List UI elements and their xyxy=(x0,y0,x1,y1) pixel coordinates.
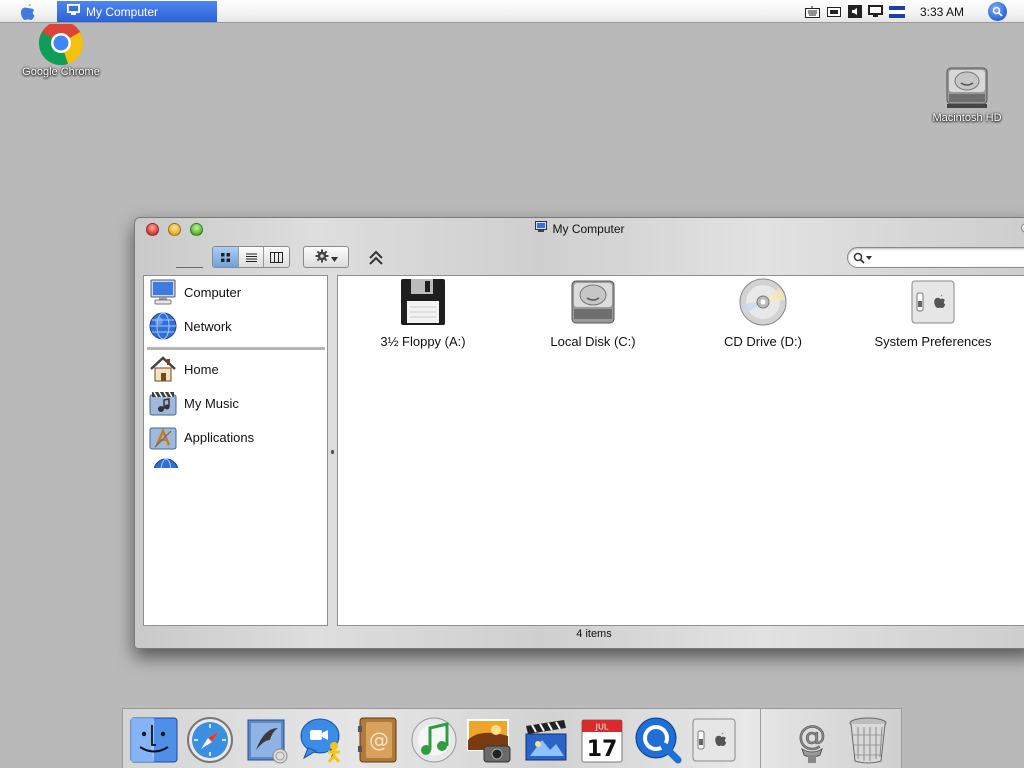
action-menu-button[interactable] xyxy=(303,246,349,268)
imovie-icon[interactable] xyxy=(521,715,571,765)
icon-view-button[interactable] xyxy=(213,247,239,267)
file-item-floppy[interactable]: 3½ Floppy (A:) xyxy=(348,276,498,349)
mail-at-icon[interactable]: @ xyxy=(787,715,837,765)
svg-text:JUL: JUL xyxy=(595,723,609,732)
keyboard-icon[interactable] xyxy=(805,5,821,19)
window-title-bar[interactable]: My Computer xyxy=(135,221,1024,236)
monitor-icon[interactable] xyxy=(868,5,884,19)
sidebar-item-my-music[interactable]: My Music xyxy=(148,387,239,419)
computer-icon xyxy=(67,4,80,19)
display-icon[interactable] xyxy=(826,5,842,19)
cd-drive-icon xyxy=(737,276,789,328)
file-item-system-preferences[interactable]: System Preferences xyxy=(858,276,1008,349)
file-item-cd-drive[interactable]: CD Drive (D:) xyxy=(688,276,838,349)
mail-icon[interactable] xyxy=(241,715,291,765)
system-preferences-icon[interactable] xyxy=(689,715,739,765)
view-mode-segmented-control xyxy=(212,246,290,268)
taskbar-window-title: My Computer xyxy=(86,4,159,19)
svg-text:@: @ xyxy=(798,719,826,752)
floppy-disk-icon xyxy=(397,276,449,328)
sidebar-item-applications[interactable]: Applications xyxy=(148,421,254,453)
sidebar-item-label: Network xyxy=(184,318,232,334)
path-up-button[interactable] xyxy=(368,249,384,267)
file-item-label: 3½ Floppy (A:) xyxy=(380,334,466,349)
sidebar-item-label: Applications xyxy=(184,429,255,445)
finder-window: My Computer Computer Network Home My Mus… xyxy=(134,217,1024,649)
flag-icon[interactable] xyxy=(888,5,905,19)
svg-text:17: 17 xyxy=(587,737,618,762)
list-view-button[interactable] xyxy=(239,247,265,267)
spotlight-search-icon[interactable] xyxy=(988,2,1007,21)
dock-separator xyxy=(760,709,761,768)
column-view-icon xyxy=(270,251,284,263)
search-icon xyxy=(853,250,875,266)
address-book-icon[interactable]: @ xyxy=(353,715,403,765)
column-view-button[interactable] xyxy=(264,247,289,267)
chevron-down-icon xyxy=(330,250,338,265)
ical-icon[interactable]: JUL 17 xyxy=(577,715,627,765)
file-item-local-disk[interactable]: Local Disk (C:) xyxy=(518,276,668,349)
home-icon xyxy=(148,354,178,384)
network-globe-icon xyxy=(153,458,179,468)
double-chevron-up-icon xyxy=(369,250,383,265)
sidebar-item-label: Computer xyxy=(184,284,242,300)
sidebar-item-label: Home xyxy=(184,361,219,377)
list-view-icon xyxy=(245,253,257,262)
sidebar-divider xyxy=(147,347,325,350)
desktop-icon-label: Google Chrome xyxy=(22,66,100,78)
desktop-icon-label: Macintosh HD xyxy=(932,112,1002,124)
iphoto-icon[interactable] xyxy=(465,715,515,765)
trash-icon[interactable] xyxy=(843,715,893,765)
system-preferences-icon xyxy=(907,276,959,328)
hard-disk-icon xyxy=(567,276,619,328)
system-tray: 3:33 AM xyxy=(805,0,1024,23)
menu-bar: My Computer 3:33 AM xyxy=(0,0,1024,23)
computer-icon xyxy=(148,277,178,307)
music-folder-icon xyxy=(148,388,178,418)
file-item-label: System Preferences xyxy=(874,334,992,349)
clock[interactable]: 3:33 AM xyxy=(920,5,964,19)
file-item-label: CD Drive (D:) xyxy=(724,334,802,349)
status-bar-item-count: 4 items xyxy=(576,628,612,640)
sidebar-item-computer[interactable]: Computer xyxy=(148,276,241,308)
chrome-icon xyxy=(38,24,84,66)
taskbar-window-button[interactable]: My Computer xyxy=(57,1,217,22)
desktop-icon-macintosh-hd[interactable]: Macintosh HD xyxy=(922,64,1012,124)
sidebar-item-label: My Music xyxy=(184,395,239,411)
sidebar-item-network[interactable]: Network xyxy=(148,310,232,342)
quicktime-icon[interactable] xyxy=(633,715,683,765)
ichat-icon[interactable] xyxy=(297,715,347,765)
file-item-label: Local Disk (C:) xyxy=(550,334,636,349)
gear-icon xyxy=(315,249,329,266)
window-title: My Computer xyxy=(552,221,625,236)
back-forward-placeholder xyxy=(176,267,203,268)
computer-icon xyxy=(535,221,548,236)
svg-text:@: @ xyxy=(369,728,389,752)
sidebar-splitter-handle[interactable] xyxy=(331,450,334,454)
icon-view-icon xyxy=(220,252,230,262)
volume-icon[interactable] xyxy=(847,5,863,19)
itunes-icon[interactable] xyxy=(409,715,459,765)
network-globe-icon xyxy=(148,311,178,341)
safari-icon[interactable] xyxy=(185,715,235,765)
dock: @ JUL 17 @ xyxy=(122,708,902,768)
applications-folder-icon xyxy=(148,422,178,452)
file-browser-area: 3½ Floppy (A:) Local Disk (C:) CD Drive … xyxy=(337,275,1024,626)
sidebar: Computer Network Home My Music Applicati… xyxy=(143,275,328,626)
hard-disk-icon xyxy=(943,64,991,112)
sidebar-item-home[interactable]: Home xyxy=(148,353,219,385)
finder-icon[interactable] xyxy=(129,715,179,765)
desktop-icon-chrome[interactable]: Google Chrome xyxy=(14,24,108,78)
apple-menu-icon[interactable] xyxy=(14,2,42,22)
